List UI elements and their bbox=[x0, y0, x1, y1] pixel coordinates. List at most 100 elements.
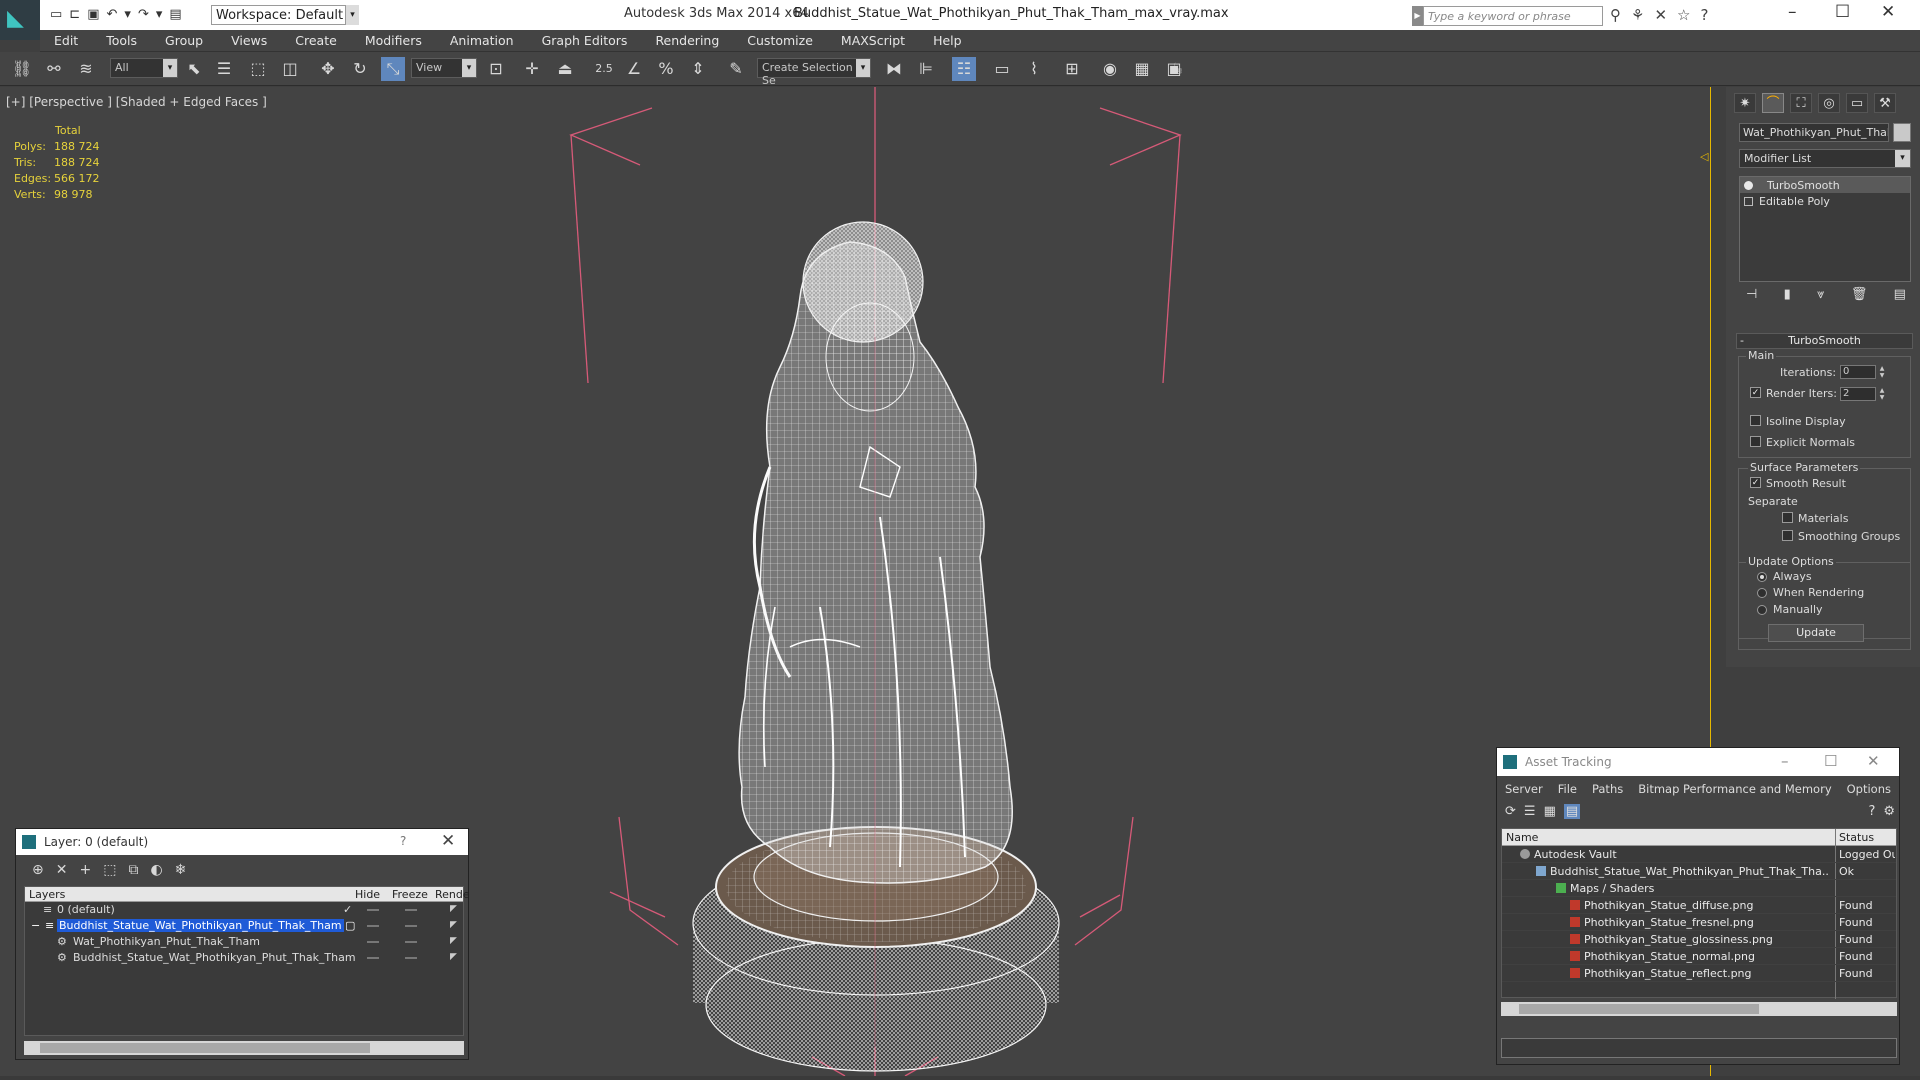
select-manipulate-icon[interactable]: ✛ bbox=[520, 57, 544, 81]
snap-toggle-icon[interactable]: 2.5 bbox=[592, 57, 616, 81]
keyboard-shortcut-override-icon[interactable]: ⏏ bbox=[553, 57, 577, 81]
asset-row[interactable]: Phothikyan_Statue_fresnel.png Found bbox=[1502, 914, 1896, 931]
render-iters-checkbox[interactable]: ✓ bbox=[1750, 387, 1761, 398]
asset-row[interactable]: Autodesk Vault Logged Ou bbox=[1502, 846, 1896, 863]
menu-edit[interactable]: Edit bbox=[40, 33, 92, 48]
search-input[interactable]: Type a keyword or phrase bbox=[1423, 6, 1603, 26]
object-name-field[interactable]: Wat_Phothikyan_Phut_Thak_ bbox=[1739, 123, 1889, 142]
menu-graph-editors[interactable]: Graph Editors bbox=[528, 33, 642, 48]
stack-item-editable-poly[interactable]: Editable Poly bbox=[1740, 193, 1910, 209]
smoothing-groups-checkbox[interactable] bbox=[1782, 530, 1793, 541]
add-selection-icon[interactable]: + bbox=[79, 862, 91, 878]
highlight-selected-icon[interactable]: ⧉ bbox=[128, 862, 138, 878]
menu-options[interactable]: Options bbox=[1847, 782, 1891, 796]
new-file-icon[interactable]: ▭ bbox=[50, 7, 62, 22]
binoculars-icon[interactable]: ⚲ bbox=[1610, 6, 1621, 24]
explicit-normals-checkbox[interactable] bbox=[1750, 436, 1761, 447]
menu-bitmap-performance[interactable]: Bitmap Performance and Memory bbox=[1638, 782, 1831, 796]
list-view-icon[interactable]: ☰ bbox=[1524, 804, 1536, 819]
mirror-icon[interactable]: ⧓ bbox=[882, 57, 906, 81]
freeze-all-layers-icon[interactable]: ❄ bbox=[175, 862, 187, 878]
redo-dropdown-icon[interactable]: ▾ bbox=[156, 7, 163, 22]
project-folder-icon[interactable]: ▤ bbox=[169, 7, 181, 22]
undo-icon[interactable]: ↶ bbox=[107, 7, 118, 22]
layer-row[interactable]: ⚙ Buddhist_Statue_Wat_Phothikyan_Phut_Th… bbox=[25, 950, 463, 966]
isoline-display-checkbox[interactable] bbox=[1750, 415, 1761, 426]
communication-icon[interactable]: ✕ bbox=[1654, 6, 1667, 24]
rectangular-selection-icon[interactable]: ⬚ bbox=[246, 57, 270, 81]
unlink-icon[interactable]: ⚯ bbox=[42, 57, 66, 81]
expand-box-icon[interactable] bbox=[1744, 196, 1753, 206]
align-icon[interactable]: ⊫ bbox=[914, 57, 938, 81]
pivot-center-icon[interactable]: ⊡ bbox=[484, 57, 508, 81]
rotate-icon[interactable]: ↻ bbox=[348, 57, 372, 81]
curve-editor-icon[interactable]: ⌇ bbox=[1022, 57, 1046, 81]
object-color-swatch[interactable] bbox=[1893, 123, 1911, 142]
active-layer-check-icon[interactable]: ✓ bbox=[343, 903, 352, 916]
refresh-icon[interactable]: ⟳ bbox=[1505, 804, 1516, 819]
layer-manager-icon[interactable]: ☷ bbox=[952, 57, 976, 81]
menu-modifiers[interactable]: Modifiers bbox=[351, 33, 436, 48]
layer-row[interactable]: ⚙ Wat_Phothikyan_Phut_Thak_Tham ◤ bbox=[25, 934, 463, 950]
undo-dropdown-icon[interactable]: ▾ bbox=[124, 7, 131, 22]
create-layer-icon[interactable]: ⊕ bbox=[32, 862, 44, 878]
help-icon[interactable]: ? bbox=[1700, 6, 1708, 24]
selection-filter-select[interactable]: All ▾ bbox=[110, 58, 178, 78]
lightbulb-icon[interactable] bbox=[1744, 180, 1753, 190]
asset-row[interactable]: Phothikyan_Statue_normal.png Found bbox=[1502, 948, 1896, 965]
scale-icon[interactable]: ⤡ bbox=[381, 57, 405, 81]
utilities-tab-icon[interactable]: ⚒ bbox=[1874, 93, 1896, 113]
settings-icon[interactable]: ⚙ bbox=[1883, 804, 1895, 819]
display-tab-icon[interactable]: ▭ bbox=[1846, 93, 1868, 113]
asset-window-titlebar[interactable]: Asset Tracking – ☐ ✕ bbox=[1497, 748, 1899, 776]
menu-file[interactable]: File bbox=[1558, 782, 1577, 796]
table-view-icon[interactable]: ▤ bbox=[1563, 804, 1581, 819]
select-by-name-icon[interactable]: ☰ bbox=[212, 57, 236, 81]
reference-coordinate-select[interactable]: View ▾ bbox=[411, 58, 477, 78]
update-button[interactable]: Update bbox=[1768, 624, 1864, 642]
menu-animation[interactable]: Animation bbox=[436, 33, 528, 48]
render-iters-spinner[interactable]: 2 bbox=[1840, 387, 1876, 401]
scrollbar-thumb[interactable] bbox=[40, 1043, 370, 1053]
save-file-icon[interactable]: ▣ bbox=[87, 7, 99, 22]
menu-maxscript[interactable]: MAXScript bbox=[827, 33, 919, 48]
asset-row[interactable]: Phothikyan_Statue_glossiness.png Found bbox=[1502, 931, 1896, 948]
angle-snap-icon[interactable]: ∠ bbox=[622, 57, 646, 81]
materials-checkbox[interactable] bbox=[1782, 512, 1793, 523]
favorites-star-icon[interactable]: ☆ bbox=[1677, 6, 1690, 24]
select-highlighted-icon[interactable]: ⬚ bbox=[103, 862, 116, 878]
update-always-radio[interactable] bbox=[1757, 572, 1767, 582]
render-production-icon[interactable]: ☕ bbox=[1164, 57, 1188, 81]
maximize-button[interactable]: ☐ bbox=[1824, 752, 1837, 770]
asset-row[interactable]: Maps / Shaders bbox=[1502, 880, 1896, 897]
render-teapot-icon[interactable]: ◤ bbox=[450, 952, 457, 962]
named-selection-set-select[interactable]: Create Selection Se ▾ bbox=[757, 58, 871, 87]
layer-row[interactable]: − ≡ Buddhist_Statue_Wat_Phothikyan_Phut_… bbox=[25, 918, 463, 934]
render-teapot-icon[interactable]: ◤ bbox=[450, 920, 457, 930]
viewport-side-arrow-icon[interactable]: ◁ bbox=[1700, 150, 1708, 163]
remove-modifier-icon[interactable]: 🗑 bbox=[1851, 287, 1868, 302]
menu-server[interactable]: Server bbox=[1505, 782, 1543, 796]
open-file-icon[interactable]: ⊏ bbox=[69, 7, 80, 22]
asset-row[interactable]: Buddhist_Statue_Wat_Phothikyan_Phut_Thak… bbox=[1502, 863, 1896, 880]
menu-group[interactable]: Group bbox=[151, 33, 217, 48]
close-button[interactable]: ✕ bbox=[1867, 752, 1880, 770]
percent-snap-icon[interactable]: % bbox=[654, 57, 678, 81]
move-icon[interactable]: ✥ bbox=[316, 57, 340, 81]
hide-all-layers-icon[interactable]: ◐ bbox=[150, 862, 162, 878]
column-status[interactable]: Status bbox=[1839, 831, 1874, 844]
thumbnail-view-icon[interactable]: ▦ bbox=[1544, 804, 1556, 819]
spinner-arrows-icon[interactable]: ▲ ▼ bbox=[1878, 365, 1886, 379]
create-tab-icon[interactable]: ✷ bbox=[1734, 93, 1756, 113]
app-logo-button[interactable]: ◣ bbox=[0, 0, 40, 40]
stack-item-turbosmooth[interactable]: TurboSmooth bbox=[1740, 177, 1910, 193]
menu-create[interactable]: Create bbox=[281, 33, 351, 48]
column-render[interactable]: Rende bbox=[435, 888, 470, 901]
active-layer-box-icon[interactable]: ▢ bbox=[343, 919, 357, 932]
smooth-result-checkbox[interactable]: ✓ bbox=[1750, 477, 1761, 488]
spinner-snap-icon[interactable]: ⇕ bbox=[686, 57, 710, 81]
minimize-button[interactable]: – bbox=[1788, 2, 1797, 22]
column-layers[interactable]: Layers bbox=[29, 888, 65, 901]
iterations-spinner[interactable]: 0 bbox=[1840, 365, 1876, 379]
menu-tools[interactable]: Tools bbox=[92, 33, 151, 48]
